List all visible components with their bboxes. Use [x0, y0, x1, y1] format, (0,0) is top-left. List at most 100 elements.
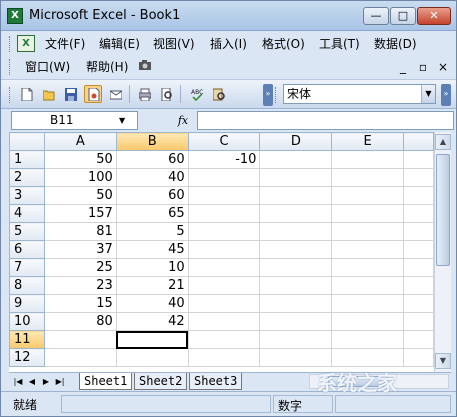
cell-b12[interactable]	[115, 348, 189, 367]
column-header[interactable]: D	[259, 132, 333, 151]
cell-overflow[interactable]	[403, 330, 434, 349]
doc-close-button[interactable]: ×	[434, 59, 452, 75]
cell-b11[interactable]	[115, 330, 189, 349]
select-all-button[interactable]	[9, 132, 45, 151]
cell-e9[interactable]	[331, 294, 405, 313]
cell-a8[interactable]: 23	[43, 276, 117, 295]
grip-handle-icon[interactable]	[9, 59, 12, 75]
row-header[interactable]: 1	[9, 150, 45, 169]
grip-handle-icon[interactable]	[9, 36, 12, 52]
sheet-tab-sheet1[interactable]: Sheet1	[79, 373, 133, 390]
grip-handle-icon[interactable]	[9, 87, 12, 103]
menu-help[interactable]: 帮助(H)	[86, 58, 128, 76]
column-header[interactable]	[403, 132, 434, 151]
cell-c7[interactable]	[187, 258, 261, 277]
cell-a1[interactable]: 50	[43, 150, 117, 169]
cell-a10[interactable]: 80	[43, 312, 117, 331]
cell-e10[interactable]	[331, 312, 405, 331]
scroll-thumb[interactable]	[436, 154, 450, 266]
cell-a4[interactable]: 157	[43, 204, 117, 223]
formula-input[interactable]	[197, 111, 454, 130]
row-header[interactable]: 9	[9, 294, 45, 313]
worksheet-grid[interactable]: A B C D E 1 50 60 -10 2 100 40 3 50 60 4 157 65 5 81 5 6…	[9, 132, 434, 372]
doc-restore-button[interactable]: ▫	[414, 59, 432, 75]
cell-d10[interactable]	[259, 312, 333, 331]
insert-function-button[interactable]: fx	[171, 111, 195, 130]
cell-c6[interactable]	[187, 240, 261, 259]
title-bar[interactable]: X Microsoft Excel - Book1 — □ ✕	[1, 1, 456, 31]
cell-c3[interactable]	[187, 186, 261, 205]
cell-d12[interactable]	[259, 348, 333, 367]
cell-d6[interactable]	[259, 240, 333, 259]
cell-overflow[interactable]	[403, 312, 434, 331]
cell-a2[interactable]: 100	[43, 168, 117, 187]
cell-e1[interactable]	[331, 150, 405, 169]
spelling-icon[interactable]: ABC	[187, 85, 205, 103]
cell-overflow[interactable]	[403, 204, 434, 223]
row-header[interactable]: 2	[9, 168, 45, 187]
row-header[interactable]: 5	[9, 222, 45, 241]
cell-d3[interactable]	[259, 186, 333, 205]
chevron-down-icon[interactable]: ▼	[119, 112, 125, 129]
minimize-button[interactable]: —	[363, 7, 389, 25]
first-sheet-icon[interactable]: |◀	[13, 375, 23, 389]
cell-e7[interactable]	[331, 258, 405, 277]
cell-b3[interactable]: 60	[115, 186, 189, 205]
open-icon[interactable]	[39, 85, 57, 103]
cell-e3[interactable]	[331, 186, 405, 205]
font-name-select[interactable]: 宋体 ▼	[283, 84, 436, 104]
cell-overflow[interactable]	[403, 240, 434, 259]
column-header[interactable]: A	[43, 132, 117, 151]
doc-minimize-button[interactable]: _	[394, 59, 412, 75]
cell-c11[interactable]	[187, 330, 261, 349]
cell-d11[interactable]	[259, 330, 333, 349]
cell-overflow[interactable]	[403, 168, 434, 187]
cell-d8[interactable]	[259, 276, 333, 295]
cell-c9[interactable]	[187, 294, 261, 313]
row-header[interactable]: 11	[9, 330, 45, 349]
cell-c5[interactable]	[187, 222, 261, 241]
cell-a7[interactable]: 25	[43, 258, 117, 277]
menu-data[interactable]: 数据(D)	[374, 35, 417, 53]
cell-b5[interactable]: 5	[115, 222, 189, 241]
cell-c8[interactable]	[187, 276, 261, 295]
scroll-down-icon[interactable]: ▼	[435, 353, 451, 369]
cell-e11[interactable]	[331, 330, 405, 349]
cell-b2[interactable]: 40	[115, 168, 189, 187]
toolbar-options-icon[interactable]: »	[263, 84, 273, 106]
cell-overflow[interactable]	[403, 294, 434, 313]
row-header[interactable]: 3	[9, 186, 45, 205]
cell-d7[interactable]	[259, 258, 333, 277]
cell-overflow[interactable]	[403, 258, 434, 277]
cell-e4[interactable]	[331, 204, 405, 223]
cell-d1[interactable]	[259, 150, 333, 169]
email-icon[interactable]	[106, 85, 124, 103]
cell-c2[interactable]	[187, 168, 261, 187]
menu-tools[interactable]: 工具(T)	[319, 35, 360, 53]
last-sheet-icon[interactable]: ▶|	[55, 375, 65, 389]
menu-file[interactable]: 文件(F)	[45, 35, 85, 53]
cell-b1[interactable]: 60	[115, 150, 189, 169]
cell-b7[interactable]: 10	[115, 258, 189, 277]
camera-icon[interactable]	[138, 58, 154, 76]
grip-handle-icon[interactable]	[275, 87, 278, 103]
row-header[interactable]: 10	[9, 312, 45, 331]
cell-b9[interactable]: 40	[115, 294, 189, 313]
cell-d9[interactable]	[259, 294, 333, 313]
cell-e2[interactable]	[331, 168, 405, 187]
cell-e12[interactable]	[331, 348, 405, 367]
row-header[interactable]: 4	[9, 204, 45, 223]
cell-e8[interactable]	[331, 276, 405, 295]
print-preview-icon[interactable]	[157, 85, 175, 103]
research-icon[interactable]	[209, 85, 227, 103]
print-icon[interactable]	[135, 85, 153, 103]
next-sheet-icon[interactable]: ▶	[41, 375, 51, 389]
cell-overflow[interactable]	[403, 150, 434, 169]
menu-edit[interactable]: 编辑(E)	[99, 35, 140, 53]
cell-b10[interactable]: 42	[115, 312, 189, 331]
menu-view[interactable]: 视图(V)	[153, 35, 195, 53]
toolbar-options-icon[interactable]: »	[441, 84, 451, 106]
cell-d5[interactable]	[259, 222, 333, 241]
cell-a12[interactable]	[43, 348, 117, 367]
permission-icon[interactable]	[84, 85, 102, 103]
